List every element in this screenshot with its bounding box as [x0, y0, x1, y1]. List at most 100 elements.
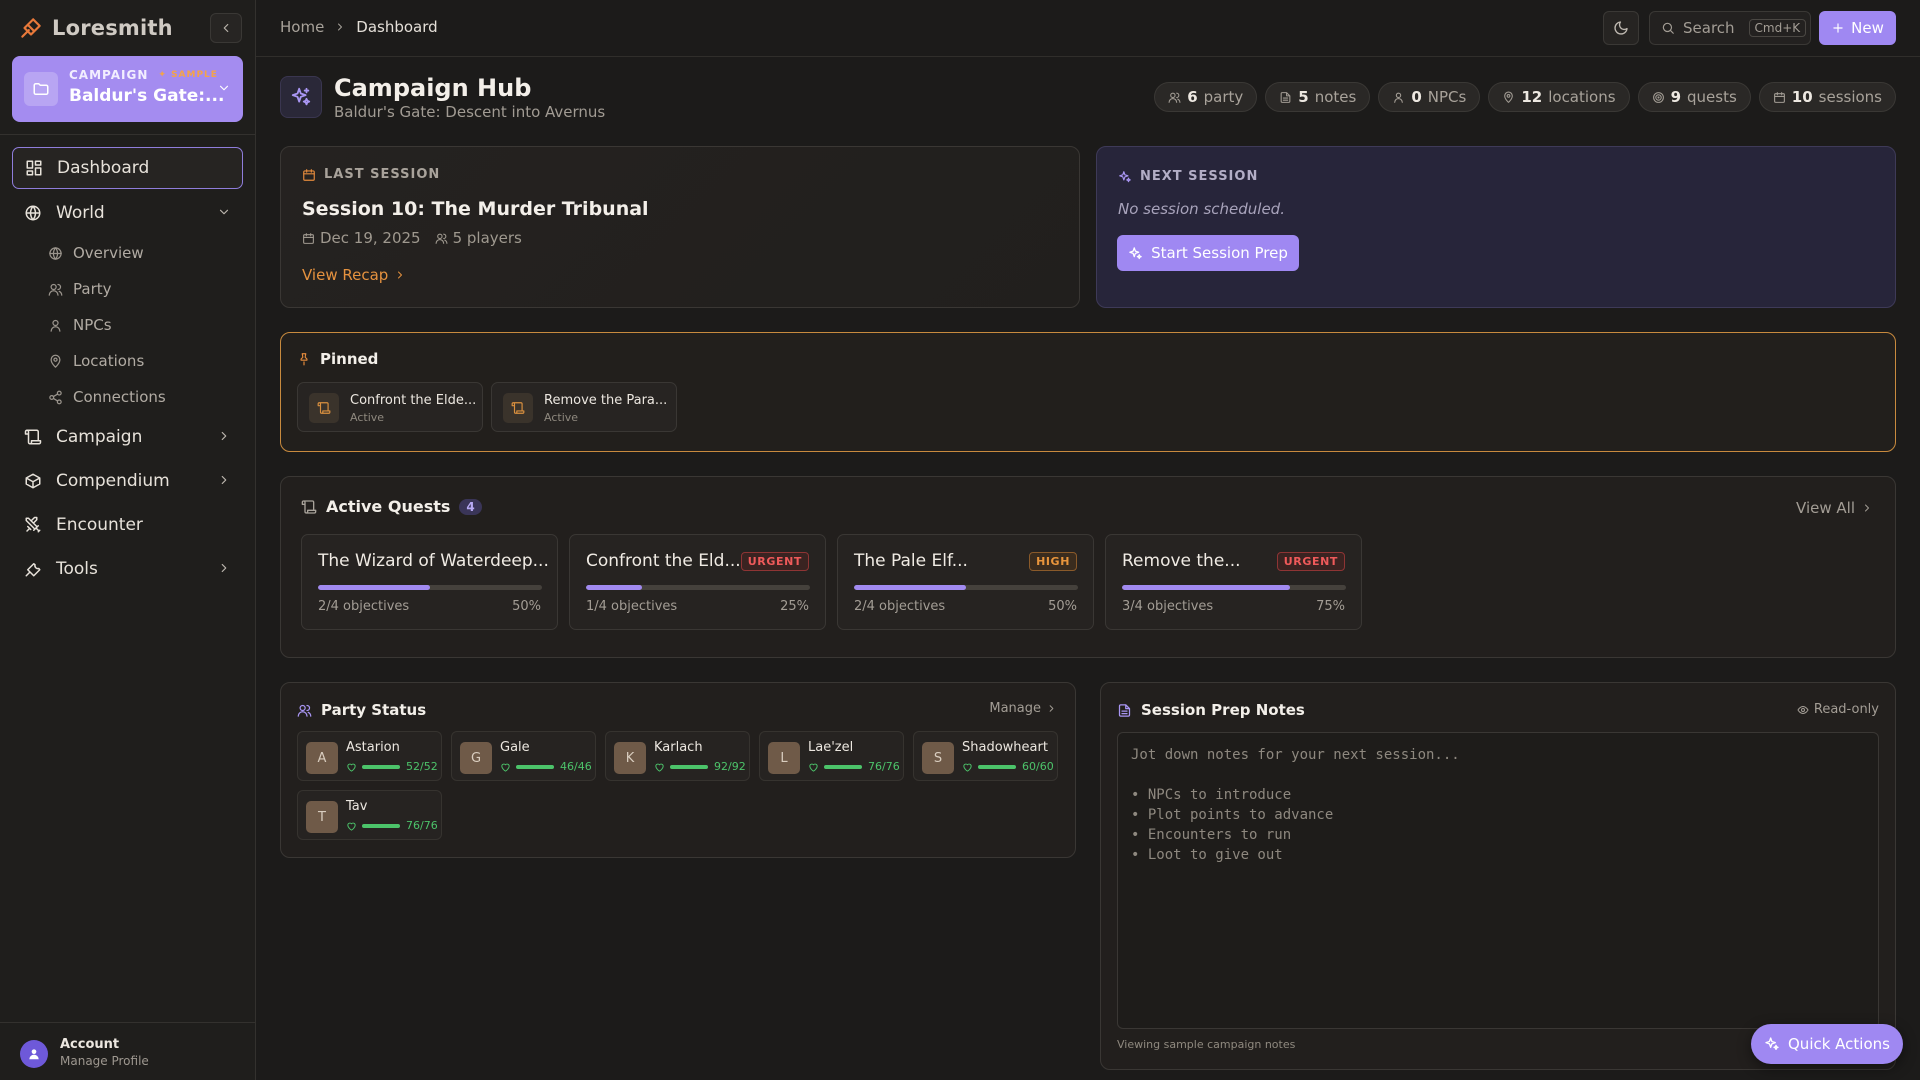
account-menu[interactable]: Account Manage Profile: [0, 1022, 256, 1080]
hp-text: 60/60: [1022, 760, 1054, 773]
chevron-right-icon: [1049, 705, 1054, 712]
user-icon: [1394, 92, 1404, 103]
party-member[interactable]: S Shadowheart 60/60: [913, 731, 1058, 781]
globe-icon: [25, 205, 41, 221]
manage-party-link[interactable]: Manage: [989, 701, 1057, 716]
view-all-quests-link[interactable]: View All: [1796, 499, 1873, 517]
hp-fill: [824, 765, 862, 769]
session-notes-textarea[interactable]: [1117, 732, 1879, 1029]
chevron-right-icon: [338, 23, 343, 31]
session-players: 5 players: [435, 229, 522, 247]
active-quests-title: Active Quests 4: [301, 497, 482, 516]
new-button[interactable]: New: [1819, 11, 1896, 45]
quest-card[interactable]: Confront the Eld... URGENT 1/4 objective…: [569, 534, 826, 630]
next-session-card: NEXT SESSION No session scheduled. Start…: [1096, 146, 1896, 308]
quest-card[interactable]: Remove the... URGENT 3/4 objectives 75%: [1105, 534, 1362, 630]
pinned-item-name: Confront the Elde...: [350, 393, 477, 408]
next-session-label-text: NEXT SESSION: [1140, 169, 1259, 184]
active-quests-card: Active Quests 4 View All The Wizard of W…: [280, 476, 1896, 658]
read-only-label: Read-only: [1813, 702, 1879, 717]
quest-objectives: 2/4 objectives: [318, 599, 410, 614]
sidebar-subitem-overview[interactable]: Overview: [48, 240, 144, 266]
sidebar-subitem-connections[interactable]: Connections: [48, 384, 166, 410]
sidebar-subitem-npcs[interactable]: NPCs: [48, 312, 112, 338]
sidebar-subitem-label: Connections: [73, 388, 166, 406]
quest-percent: 50%: [512, 599, 541, 614]
search-button[interactable]: Search Cmd+K: [1649, 11, 1811, 45]
party-status-title: Party Status: [297, 701, 426, 719]
start-session-prep-button[interactable]: Start Session Prep: [1117, 235, 1299, 271]
box-icon: [25, 473, 41, 489]
stat-locations[interactable]: 12 locations: [1488, 82, 1630, 112]
pinned-item[interactable]: Remove the Para... Active: [491, 382, 677, 432]
quest-card[interactable]: The Wizard of Waterdeep... 2/4 objective…: [301, 534, 558, 630]
party-member[interactable]: G Gale 46/46: [451, 731, 596, 781]
sidebar-item-encounter[interactable]: Encounter: [12, 504, 243, 546]
pin-icon: [300, 353, 308, 366]
view-recap-link[interactable]: View Recap: [302, 266, 406, 284]
party-status-title-text: Party Status: [321, 701, 427, 719]
party-member[interactable]: L Lae'zel 76/76: [759, 731, 904, 781]
stat-label: party: [1203, 88, 1244, 106]
user-icon: [29, 1049, 39, 1060]
stat-npcs[interactable]: 0 NPCs: [1378, 82, 1481, 112]
stat-notes[interactable]: 5 notes: [1265, 82, 1371, 112]
quest-name: Remove the...: [1122, 551, 1241, 571]
stat-party[interactable]: 6 party: [1154, 82, 1258, 112]
quest-percent: 50%: [1048, 599, 1077, 614]
quest-card[interactable]: The Pale Elf... HIGH 2/4 objectives 50%: [837, 534, 1094, 630]
priority-badge: HIGH: [1029, 552, 1077, 571]
stat-quests[interactable]: 9 quests: [1637, 82, 1751, 112]
heart-icon: [347, 822, 356, 831]
search-label: Search: [1683, 19, 1735, 37]
theme-toggle-button[interactable]: [1603, 11, 1639, 45]
user-icon: [50, 319, 61, 332]
moon-icon: [1614, 21, 1628, 35]
sidebar-subitem-party[interactable]: Party: [48, 276, 112, 302]
brand[interactable]: Loresmith: [18, 14, 173, 42]
sidebar-item-tools[interactable]: Tools: [12, 548, 243, 590]
collapse-sidebar-button[interactable]: [210, 13, 242, 43]
sample-badge-text: SAMPLE: [171, 70, 218, 80]
session-prep-notes-title-text: Session Prep Notes: [1141, 701, 1305, 719]
member-avatar: S: [922, 742, 954, 774]
sidebar-subitem-locations[interactable]: Locations: [48, 348, 144, 374]
users-icon: [435, 233, 448, 244]
pinned-item[interactable]: Confront the Elde... Active: [297, 382, 483, 432]
globe-icon: [49, 246, 62, 260]
quest-percent: 25%: [780, 599, 809, 614]
breadcrumb-home[interactable]: Home: [280, 18, 324, 36]
calendar-icon: [1773, 91, 1785, 103]
party-member[interactable]: T Tav 76/76: [297, 790, 442, 840]
new-button-label: New: [1851, 19, 1884, 37]
campaign-stats: 6 party 5 notes 0 NPCs 12 locations 9 quests …: [1154, 82, 1896, 112]
campaign-switcher[interactable]: CAMPAIGN ✦ SAMPLE Baldur's Gate:...: [12, 56, 243, 122]
stat-sessions[interactable]: 10 sessions: [1758, 82, 1896, 112]
quest-name: The Pale Elf...: [854, 551, 968, 571]
sidebar-item-campaign[interactable]: Campaign: [12, 416, 243, 458]
pinned-title: Pinned: [297, 350, 378, 368]
party-member[interactable]: A Astarion 52/52: [297, 731, 442, 781]
pinned-card: Pinned Confront the Elde... Active Remov…: [280, 332, 1896, 452]
top-bar: Home Dashboard Search Cmd+K New: [256, 0, 1920, 57]
sidebar-item-compendium[interactable]: Compendium: [12, 460, 243, 502]
sidebar-item-label: Campaign: [56, 427, 143, 447]
quest-progress-fill: [586, 585, 642, 590]
sidebar-item-label: Tools: [56, 559, 98, 579]
quick-actions-button[interactable]: Quick Actions: [1751, 1024, 1903, 1064]
plus-icon: [1833, 23, 1843, 33]
sidebar-item-label: Compendium: [56, 471, 170, 491]
party-member[interactable]: K Karlach 92/92: [605, 731, 750, 781]
sidebar-divider: [0, 134, 256, 135]
member-avatar: T: [306, 801, 338, 833]
hp-bar: [824, 765, 862, 769]
session-date-text: Dec 19, 2025: [320, 229, 421, 247]
scroll-icon: [301, 499, 317, 514]
session-prep-notes-title: Session Prep Notes: [1117, 701, 1305, 719]
sidebar: Loresmith CAMPAIGN ✦ SAMPLE Baldur's Gat…: [0, 0, 256, 1080]
sidebar-item-dashboard[interactable]: Dashboard: [12, 147, 243, 189]
file-icon: [1118, 703, 1131, 717]
member-name: Shadowheart: [962, 740, 1048, 755]
quest-percent: 75%: [1316, 599, 1345, 614]
sidebar-item-world[interactable]: World: [12, 192, 243, 234]
